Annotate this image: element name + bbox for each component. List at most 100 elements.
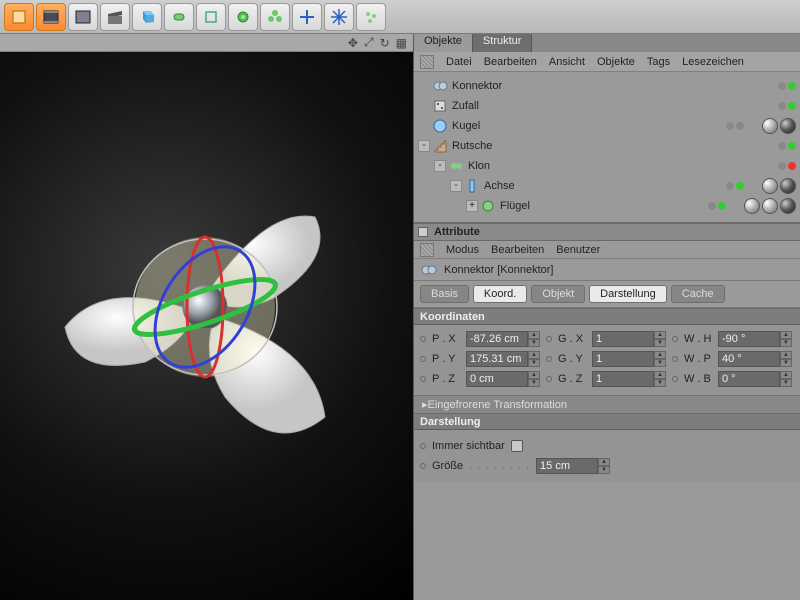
coord-px-field[interactable]: ▲▼ [466, 331, 542, 347]
spin-down-icon[interactable]: ▼ [528, 339, 540, 347]
menu-file[interactable]: Datei [446, 56, 472, 68]
frozen-transform-row[interactable]: ▸ Eingefrorene Transformation [414, 395, 800, 413]
menu-bookmarks[interactable]: Lesezeichen [682, 56, 744, 68]
tool-arrows[interactable] [292, 3, 322, 31]
spin-up-icon[interactable]: ▲ [780, 331, 792, 339]
visibility-dot[interactable] [788, 82, 796, 90]
tree-row[interactable]: Konnektor [418, 76, 796, 96]
groesse-input[interactable] [536, 458, 598, 474]
coord-gx-field[interactable]: ▲▼ [592, 331, 668, 347]
tree-item-label[interactable]: Flügel [500, 200, 630, 212]
menu-view[interactable]: Ansicht [549, 56, 585, 68]
expand-toggle[interactable]: - [418, 140, 430, 152]
tree-row[interactable]: Kugel [418, 116, 796, 136]
coord-pz-field[interactable]: ▲▼ [466, 371, 542, 387]
coord-wh-field[interactable]: ▲▼ [718, 331, 794, 347]
anim-ring-icon[interactable] [672, 376, 678, 382]
immer-sichtbar-checkbox[interactable] [511, 440, 523, 452]
tool-cube3d[interactable] [132, 3, 162, 31]
coord-wp-field[interactable]: ▲▼ [718, 351, 794, 367]
visibility-dot[interactable] [778, 82, 786, 90]
vp-layout-icon[interactable]: ▦ [396, 36, 407, 50]
tree-item-label[interactable]: Zufall [452, 100, 582, 112]
anim-ring-icon[interactable] [420, 443, 426, 449]
spin-down-icon[interactable]: ▼ [780, 339, 792, 347]
atab-cache[interactable]: Cache [671, 285, 725, 303]
tag-icon[interactable] [762, 198, 778, 214]
atab-darstellung[interactable]: Darstellung [589, 285, 667, 303]
spin-up-icon[interactable]: ▲ [528, 371, 540, 379]
visibility-dot[interactable] [726, 182, 734, 190]
atab-basis[interactable]: Basis [420, 285, 469, 303]
tool-particle[interactable] [356, 3, 386, 31]
tab-objects[interactable]: Objekte [414, 34, 473, 52]
atab-koord[interactable]: Koord. [473, 285, 527, 303]
anim-ring-icon[interactable] [420, 376, 426, 382]
menu-mode[interactable]: Modus [446, 244, 479, 256]
coord-px-input[interactable] [466, 331, 528, 347]
spin-down-icon[interactable]: ▼ [528, 379, 540, 387]
tree-item-label[interactable]: Rutsche [452, 140, 582, 152]
anim-ring-icon[interactable] [420, 336, 426, 342]
spin-up-icon[interactable]: ▲ [780, 371, 792, 379]
visibility-dot[interactable] [726, 122, 734, 130]
spin-down-icon[interactable]: ▼ [654, 339, 666, 347]
anim-ring-icon[interactable] [546, 356, 552, 362]
visibility-dot[interactable] [788, 142, 796, 150]
coord-wb-input[interactable] [718, 371, 780, 387]
menu-edit[interactable]: Bearbeiten [484, 56, 537, 68]
tag-icon[interactable] [762, 118, 778, 134]
visibility-dot[interactable] [778, 102, 786, 110]
tool-clapper[interactable] [100, 3, 130, 31]
atab-objekt[interactable]: Objekt [531, 285, 585, 303]
groesse-field[interactable]: ▲▼ [536, 458, 612, 474]
grip-icon[interactable] [420, 55, 434, 69]
tag-icon[interactable] [762, 178, 778, 194]
tag-icon[interactable] [780, 118, 796, 134]
expand-toggle[interactable]: + [466, 200, 478, 212]
visibility-dot[interactable] [788, 102, 796, 110]
menu-edit[interactable]: Bearbeiten [491, 244, 544, 256]
coord-wh-input[interactable] [718, 331, 780, 347]
anim-ring-icon[interactable] [546, 336, 552, 342]
tab-structure[interactable]: Struktur [473, 34, 533, 52]
tree-row[interactable]: Zufall [418, 96, 796, 116]
coord-gy-input[interactable] [592, 351, 654, 367]
coord-py-input[interactable] [466, 351, 528, 367]
spin-up-icon[interactable]: ▲ [654, 331, 666, 339]
visibility-dot[interactable] [778, 142, 786, 150]
menu-user[interactable]: Benutzer [556, 244, 600, 256]
vp-zoom-icon[interactable]: ⤢ [364, 35, 374, 50]
spin-up-icon[interactable]: ▲ [528, 331, 540, 339]
tree-item-label[interactable]: Konnektor [452, 80, 582, 92]
spin-down-icon[interactable]: ▼ [780, 379, 792, 387]
spin-down-icon[interactable]: ▼ [528, 359, 540, 367]
visibility-dot[interactable] [736, 122, 744, 130]
coord-gz-input[interactable] [592, 371, 654, 387]
visibility-dot[interactable] [778, 162, 786, 170]
coord-gx-input[interactable] [592, 331, 654, 347]
anim-ring-icon[interactable] [420, 356, 426, 362]
spin-up-icon[interactable]: ▲ [780, 351, 792, 359]
tool-capsule[interactable] [164, 3, 194, 31]
viewport-3d[interactable] [0, 52, 413, 600]
tree-item-label[interactable]: Kugel [452, 120, 582, 132]
coord-wp-input[interactable] [718, 351, 780, 367]
tree-row[interactable]: + Flügel [418, 196, 796, 216]
spin-up-icon[interactable]: ▲ [654, 351, 666, 359]
tree-row[interactable]: - Rutsche [418, 136, 796, 156]
visibility-dot[interactable] [788, 162, 796, 170]
menu-tags[interactable]: Tags [647, 56, 670, 68]
spin-up-icon[interactable]: ▲ [654, 371, 666, 379]
tool-film2[interactable] [68, 3, 98, 31]
spin-down-icon[interactable]: ▼ [780, 359, 792, 367]
anim-ring-icon[interactable] [672, 336, 678, 342]
visibility-dot[interactable] [718, 202, 726, 210]
coord-py-field[interactable]: ▲▼ [466, 351, 542, 367]
tool-film[interactable] [36, 3, 66, 31]
close-box-icon[interactable] [418, 227, 428, 237]
spin-down-icon[interactable]: ▼ [654, 379, 666, 387]
tag-icon[interactable] [780, 178, 796, 194]
anim-ring-icon[interactable] [672, 356, 678, 362]
coord-gz-field[interactable]: ▲▼ [592, 371, 668, 387]
